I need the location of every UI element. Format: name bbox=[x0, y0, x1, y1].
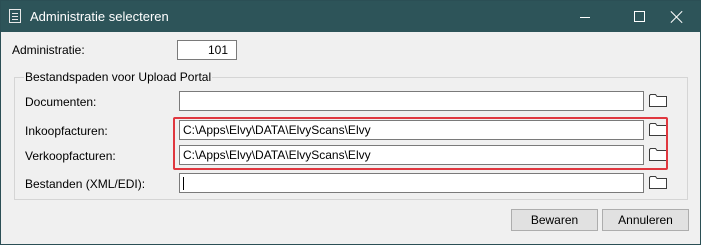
documenten-input[interactable] bbox=[179, 91, 644, 111]
groupbox-title: Bestandspaden voor Upload Portal bbox=[24, 70, 213, 84]
administratie-label: Administratie: bbox=[12, 43, 85, 57]
bestanden-label: Bestanden (XML/EDI): bbox=[25, 177, 146, 191]
close-button[interactable] bbox=[654, 1, 700, 32]
minimize-button[interactable] bbox=[562, 1, 608, 32]
folder-icon[interactable] bbox=[649, 93, 667, 107]
folder-icon[interactable] bbox=[649, 175, 667, 189]
bestanden-input[interactable] bbox=[179, 173, 644, 193]
inkoopfacturen-label: Inkoopfacturen: bbox=[25, 124, 108, 138]
administratie-input[interactable]: 101 bbox=[177, 40, 237, 60]
cancel-button[interactable]: Annuleren bbox=[602, 209, 689, 231]
highlight-box bbox=[173, 117, 668, 170]
window-title: Administratie selecteren bbox=[30, 9, 169, 24]
text-caret bbox=[183, 177, 184, 191]
maximize-icon bbox=[633, 11, 645, 22]
verkoopfacturen-label: Verkoopfacturen: bbox=[25, 149, 116, 163]
title-bar[interactable]: Administratie selecteren bbox=[1, 1, 700, 32]
dialog-window: Administratie selecteren Administratie: … bbox=[0, 0, 701, 245]
close-icon bbox=[671, 11, 683, 23]
documenten-label: Documenten: bbox=[25, 95, 97, 109]
form-icon bbox=[9, 9, 21, 23]
minimize-icon bbox=[580, 16, 590, 18]
save-button[interactable]: Bewaren bbox=[511, 209, 598, 231]
